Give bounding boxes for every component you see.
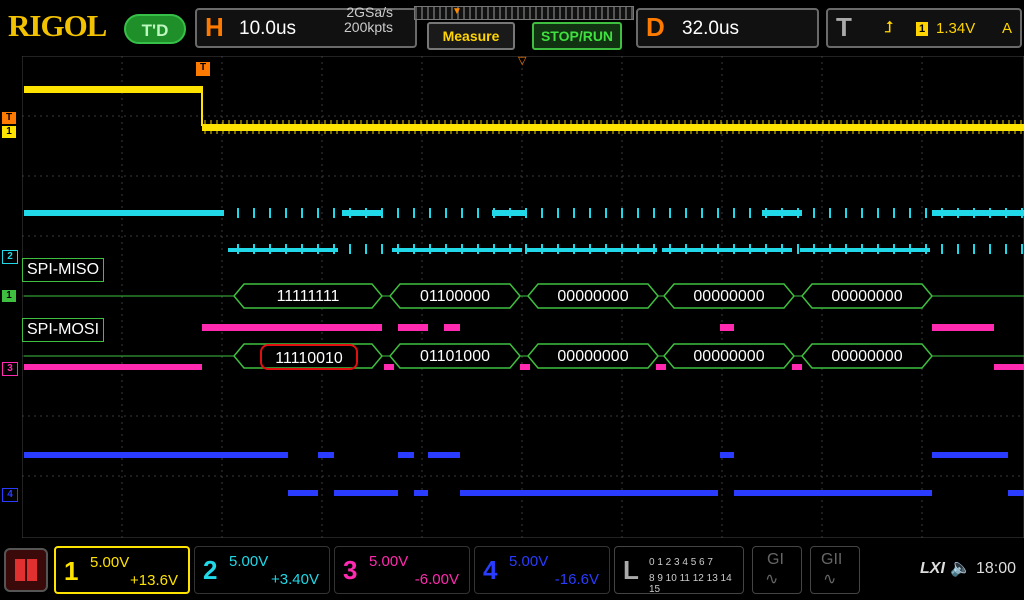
logic-icon: L (623, 555, 639, 585)
center-marker-icon: ▽ (518, 55, 527, 67)
sine-wave-icon: ∿ (765, 571, 779, 588)
miso-byte: 11111111 (276, 288, 340, 305)
generator-2-button[interactable]: GII ∿ (810, 546, 860, 594)
t-icon: T (836, 12, 852, 42)
gen2-label: GII (821, 551, 843, 568)
mosi-byte: 00000000 (831, 348, 903, 365)
ch1-scale: 5.00V (90, 554, 130, 571)
spi-mosi-label: SPI-MOSI (22, 318, 105, 342)
miso-byte: 00000000 (693, 288, 765, 305)
d-icon: D (646, 12, 665, 42)
ch2-settings[interactable]: 2 5.00V +3.40V (194, 546, 330, 594)
memory-depth: 200kpts (344, 19, 394, 35)
ch2-number: 2 (203, 555, 218, 585)
gen1-label: GI (767, 551, 784, 568)
trigger-mode: A (1002, 20, 1013, 37)
logic-channels-low: 0 1 2 3 4 5 6 7 (649, 557, 713, 568)
miso-byte: 00000000 (831, 288, 903, 305)
ch3-settings[interactable]: 3 5.00V -6.00V (334, 546, 470, 594)
clock-time: 18:00 (976, 560, 1017, 577)
delay-value: 32.0us (682, 18, 740, 39)
logic-channels-high: 8 9 10 11 12 13 14 15 (649, 573, 732, 595)
memory-bar (414, 6, 634, 20)
stop-run-button[interactable]: STOP/RUN (532, 22, 622, 50)
ch4-number: 4 (483, 555, 498, 585)
ch1-marker[interactable]: 1 (2, 126, 16, 138)
logic-analyzer-panel[interactable]: L 0 1 2 3 4 5 6 7 8 9 10 11 12 13 14 15 (614, 546, 744, 595)
ch3-offset: -6.00V (414, 571, 459, 588)
trigger-level: 1.34V (936, 20, 976, 37)
trigger-source: 1 (916, 22, 928, 36)
miso-byte: 01100000 (420, 288, 490, 305)
sine-wave-icon: ∿ (823, 571, 837, 588)
ch3-marker[interactable]: 3 (2, 362, 18, 376)
h-icon: H (205, 12, 224, 42)
grid-menu-icon (15, 559, 37, 581)
lxi-logo: LXI (920, 560, 945, 577)
ch4-marker[interactable]: 4 (2, 488, 18, 502)
ch2-offset: +3.40V (271, 571, 319, 588)
ch1-settings[interactable]: 1 5.00V +13.6V (54, 546, 190, 594)
decode-marker[interactable]: 1 (2, 290, 16, 302)
memory-pointer-icon: ▼ (452, 6, 462, 17)
ch4-offset: -16.6V (554, 571, 599, 588)
mosi-byte: 00000000 (693, 348, 765, 365)
measure-button[interactable]: Measure (427, 22, 515, 50)
menu-button[interactable] (4, 548, 48, 592)
delay-box[interactable]: D 32.0us (636, 8, 819, 48)
spi-miso-label: SPI-MISO (22, 258, 105, 282)
ch1-offset: +13.6V (130, 572, 178, 589)
ch2-marker[interactable]: 2 (2, 250, 18, 264)
ch3-scale: 5.00V (369, 553, 409, 570)
generator-1-button[interactable]: GI ∿ (752, 546, 802, 594)
mosi-byte: 01101000 (420, 348, 490, 365)
ch1-number: 1 (64, 556, 79, 586)
sample-rate: 2GSa/s (346, 4, 394, 20)
trigger-position-icon[interactable]: T (196, 62, 210, 76)
mosi-byte: 00000000 (557, 348, 629, 365)
trigger-level-marker[interactable]: T (2, 112, 16, 124)
ch2-scale: 5.00V (229, 553, 269, 570)
miso-byte: 00000000 (557, 288, 629, 305)
ch3-number: 3 (343, 555, 358, 585)
trigger-box[interactable]: T ⮥ 1 1.34V A (826, 8, 1022, 48)
td-button[interactable]: T'D (124, 14, 186, 44)
ch4-scale: 5.00V (509, 553, 549, 570)
sample-rate-info: 2GSa/s 200kpts (344, 5, 393, 35)
rigol-logo: RIGOL (8, 8, 107, 43)
rising-edge-icon: ⮥ (884, 19, 894, 36)
highlighted-mosi-byte: 11110010 (260, 344, 358, 370)
top-bar: RIGOL T'D H 10.0us 2GSa/s 200kpts ▼ Meas… (0, 0, 1024, 56)
timebase-value: 10.0us (239, 18, 297, 39)
speaker-muted-icon[interactable]: 🔈 (950, 558, 971, 578)
ch4-settings[interactable]: 4 5.00V -16.6V (474, 546, 610, 594)
